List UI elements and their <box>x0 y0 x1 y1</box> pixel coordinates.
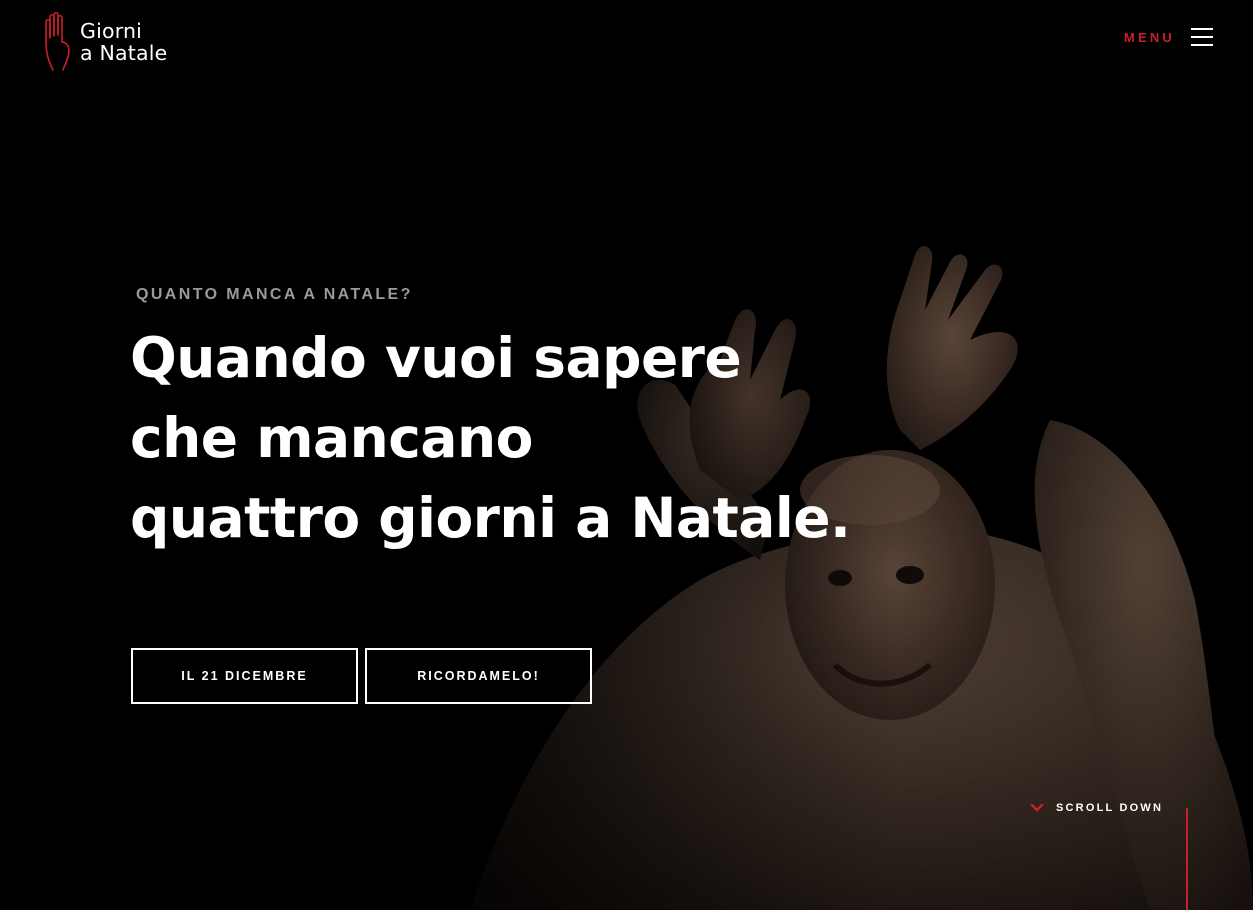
hand-logo-icon <box>45 12 70 71</box>
logo-text-line2: a Natale <box>80 41 168 65</box>
headline-line-1: Quando vuoi sapere <box>130 326 742 390</box>
hero-eyebrow: QUANTO MANCA A NATALE? <box>136 286 413 303</box>
logo-text-line1: Giorni <box>80 19 143 43</box>
scroll-down-link[interactable]: SCROLL DOWN <box>1030 802 1163 814</box>
headline-line-2: che mancano <box>130 406 533 470</box>
headline-line-3: quattro giorni a Natale. <box>130 486 851 550</box>
scroll-indicator-line <box>1186 808 1188 910</box>
menu-toggle[interactable]: MENU <box>1124 26 1213 48</box>
scroll-down-label[interactable]: SCROLL DOWN <box>1056 802 1163 814</box>
remind-me-button[interactable]: RICORDAMELO! <box>365 648 592 704</box>
chevron-down-icon <box>1030 803 1044 812</box>
hamburger-icon[interactable] <box>1191 26 1213 48</box>
christmas-date-button[interactable]: IL 21 DICEMBRE <box>131 648 358 704</box>
site-logo[interactable]: Giorni a Natale <box>43 12 167 72</box>
menu-label[interactable]: MENU <box>1124 30 1175 45</box>
hero-headline: Quando vuoi sapere che mancano quattro g… <box>130 318 851 558</box>
